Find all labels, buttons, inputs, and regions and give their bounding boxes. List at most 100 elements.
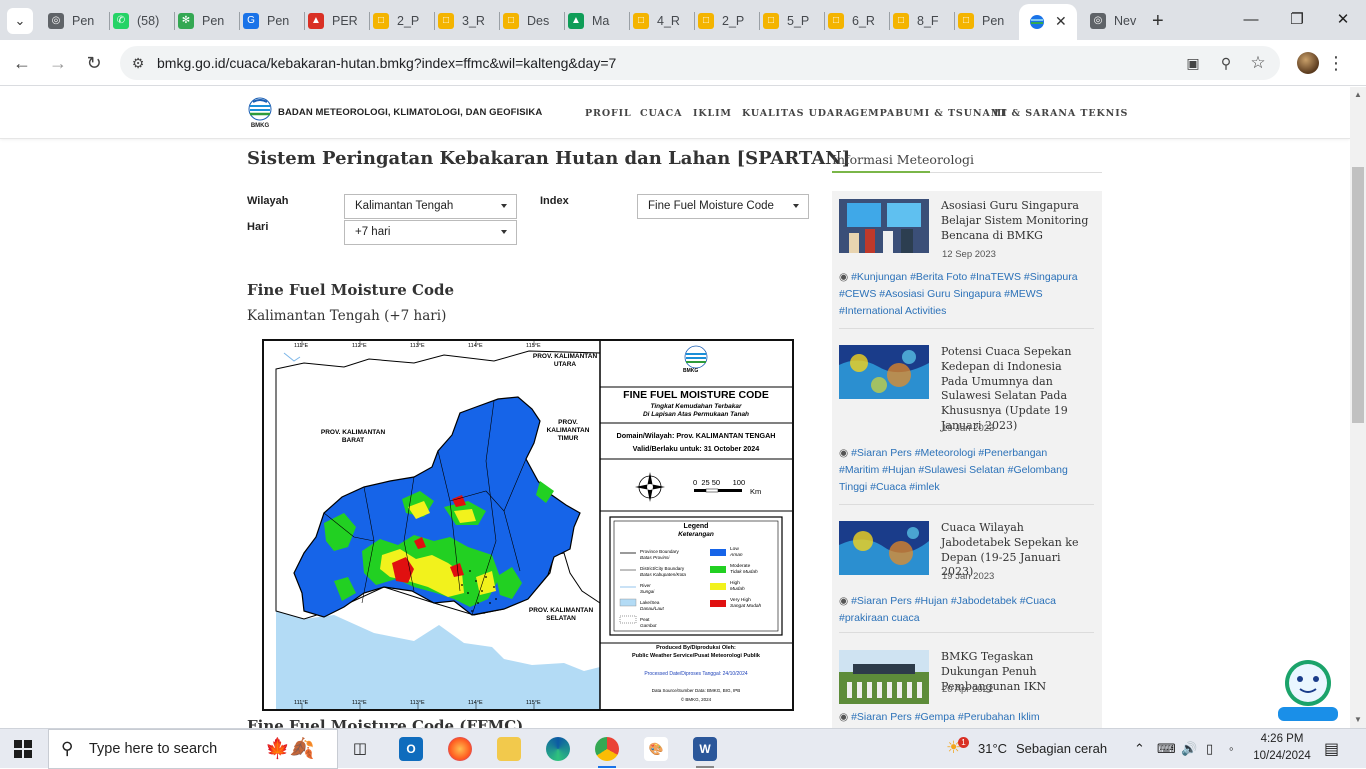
battery-icon[interactable]: ▯	[1206, 741, 1213, 757]
hari-select[interactable]: +7 hari	[344, 220, 517, 245]
wifi-icon[interactable]: ◦	[1229, 741, 1234, 756]
tab-favicon-icon: ◎	[48, 12, 64, 29]
chrome-icon[interactable]	[595, 737, 619, 761]
volume-icon[interactable]: 🔊	[1181, 741, 1197, 757]
paint-icon[interactable]: 🎨	[644, 737, 668, 761]
menu-it-sarana[interactable]: IT & SARANA TEKNIS	[994, 108, 1128, 119]
news-item[interactable]: Potensi Cuaca Sepekan Kedepan di Indones…	[839, 345, 1094, 505]
show-hidden-icons-icon[interactable]: ⌃	[1134, 741, 1145, 757]
news-tags[interactable]: ◉ #Kunjungan #Berita Foto #InaTEWS #Sing…	[839, 269, 1089, 320]
scroll-down-icon[interactable]: ▼	[1350, 712, 1366, 728]
browser-tab[interactable]: □ 3_R	[438, 7, 496, 34]
browser-tab[interactable]: ▲ Ma	[568, 7, 626, 34]
browser-tab[interactable]: ◎ Pen	[48, 7, 106, 34]
news-thumbnail[interactable]	[839, 345, 929, 399]
news-thumbnail[interactable]	[839, 650, 929, 704]
close-window-button[interactable]: ✕	[1320, 0, 1366, 40]
menu-gempabumi[interactable]: GEMPABUMI & TSUNAMI	[851, 108, 1008, 119]
forward-button[interactable]: →	[44, 49, 72, 77]
scroll-up-icon[interactable]: ▲	[1350, 87, 1366, 103]
back-button[interactable]: ←	[8, 49, 36, 77]
close-tab-icon[interactable]: ✕	[1055, 13, 1067, 30]
news-tags-text[interactable]: #Kunjungan #Berita Foto #InaTEWS #Singap…	[839, 271, 1078, 317]
lon-tick-label: 111°E	[294, 343, 309, 349]
profile-avatar[interactable]	[1297, 52, 1319, 74]
live-chat-widget-icon[interactable]	[1276, 659, 1340, 723]
news-title[interactable]: Asosiasi Guru Singapura Belajar Sistem M…	[941, 199, 1091, 243]
browser-tab[interactable]: □ Des	[503, 7, 561, 34]
clock-time[interactable]: 4:26 PM	[1254, 733, 1310, 745]
reload-button[interactable]: ↻	[80, 49, 108, 77]
address-bar[interactable]: ⚙ bmkg.go.id/cuaca/kebakaran-hutan.bmkg?…	[120, 46, 1280, 80]
news-title[interactable]: Potensi Cuaca Sepekan Kedepan di Indones…	[941, 345, 1091, 434]
news-tags-text[interactable]: #Siaran Pers #Meteorologi #Penerbangan #…	[839, 447, 1068, 493]
browser-menu-icon[interactable]: ⋮	[1322, 49, 1350, 77]
zoom-icon[interactable]: ⚲	[1216, 53, 1236, 73]
page-scrollbar[interactable]: ▲ ▼	[1350, 87, 1366, 728]
menu-profil[interactable]: PROFIL	[585, 108, 632, 119]
news-tags[interactable]: ◉ #Siaran Pers #Gempa #Perubahan Iklim	[839, 709, 1089, 726]
windows-start-icon[interactable]	[14, 740, 32, 758]
edge-icon[interactable]	[546, 737, 570, 761]
firefox-icon[interactable]	[448, 737, 472, 761]
compass-rose-icon	[635, 472, 665, 502]
menu-cuaca[interactable]: CUACA	[640, 108, 682, 119]
browser-tab[interactable]: ✆ (58)	[113, 7, 171, 34]
taskbar-search[interactable]: ⚲ Type here to search 🍁🍂	[48, 729, 338, 769]
news-item[interactable]: BMKG Tegaskan Dukungan Penuh Pembangunan…	[839, 650, 1094, 728]
news-tags-text[interactable]: #Siaran Pers #Gempa #Perubahan Iklim	[851, 711, 1040, 723]
scrollbar-thumb[interactable]	[1352, 167, 1364, 423]
tab-label: Nev	[1114, 13, 1137, 28]
news-tags[interactable]: ◉ #Siaran Pers #Hujan #Jabodetabek #Cuac…	[839, 593, 1089, 627]
browser-tab[interactable]: ▲ PER	[308, 7, 366, 34]
news-date: 20 Apr 2022	[942, 684, 994, 695]
new-tab-button[interactable]: +	[1152, 10, 1164, 33]
browser-tab[interactable]: G Pen	[243, 7, 301, 34]
browser-tab[interactable]: □ 5_P	[763, 7, 821, 34]
browser-tab[interactable]: ◎ Nev	[1090, 7, 1148, 34]
browser-tab[interactable]: □ 8_F	[893, 7, 951, 34]
news-item[interactable]: Asosiasi Guru Singapura Belajar Sistem M…	[839, 199, 1094, 329]
tab-active[interactable]: ✕	[1019, 4, 1077, 40]
translate-icon[interactable]: ▣	[1183, 53, 1203, 73]
index-select[interactable]: Fine Fuel Moisture Code	[637, 194, 809, 219]
outlook-icon[interactable]: O	[399, 737, 423, 761]
news-thumbnail[interactable]	[839, 199, 929, 253]
tab-label: Ma	[592, 13, 610, 28]
weather-temp[interactable]: 31°C	[978, 741, 1007, 756]
minimize-button[interactable]: —	[1228, 0, 1274, 40]
bookmark-star-icon[interactable]: ☆	[1248, 53, 1268, 73]
region-subheading: Kalimantan Tengah (+7 hari)	[247, 308, 447, 324]
browser-tab[interactable]: ✻ Pen	[178, 7, 236, 34]
browser-tab[interactable]: □ 4_R	[633, 7, 691, 34]
site-info-icon[interactable]: ⚙	[128, 53, 148, 73]
tab-favicon-icon: □	[763, 12, 779, 29]
browser-tab[interactable]: □ 2_P	[373, 7, 431, 34]
wilayah-select[interactable]: Kalimantan Tengah	[344, 194, 517, 219]
menu-kualitas-udara[interactable]: KUALITAS UDARA	[742, 108, 852, 119]
news-tags[interactable]: ◉ #Siaran Pers #Meteorologi #Penerbangan…	[839, 445, 1089, 496]
keyboard-icon[interactable]: ⌨	[1157, 741, 1176, 757]
task-view-icon[interactable]: ◫	[348, 737, 372, 761]
bmkg-logo[interactable]: BMKG	[248, 97, 272, 129]
news-item[interactable]: Cuaca Wilayah Jabodetabek Sepekan ke Dep…	[839, 521, 1094, 633]
news-tags-text[interactable]: #Siaran Pers #Hujan #Jabodetabek #Cuaca …	[839, 595, 1056, 624]
clock-date[interactable]: 10/24/2024	[1250, 750, 1314, 762]
file-explorer-icon[interactable]	[497, 737, 521, 761]
restore-button[interactable]: ❐	[1274, 0, 1320, 40]
chevron-down-icon	[793, 204, 799, 208]
weather-text[interactable]: Sebagian cerah	[1016, 741, 1107, 756]
tab-search-button[interactable]: ⌄	[7, 8, 33, 34]
ffmc-map[interactable]: 111°E 112°E 113°E 114°E 115°E 111°E 112°…	[262, 339, 794, 711]
menu-iklim[interactable]: IKLIM	[693, 108, 732, 119]
lon-tick-label: 113°E	[410, 700, 425, 706]
news-thumbnail[interactable]	[839, 521, 929, 575]
legend-class-label: Moderate	[730, 564, 751, 569]
word-icon[interactable]: W	[693, 737, 717, 761]
browser-tab[interactable]: □ 6_R	[828, 7, 886, 34]
notification-icon[interactable]: ▤	[1324, 739, 1339, 759]
org-name[interactable]: BADAN METEOROLOGI, KLIMATOLOGI, DAN GEOF…	[278, 107, 542, 118]
browser-tab[interactable]: □ Pen	[958, 7, 1016, 34]
browser-tab[interactable]: □ 2_P	[698, 7, 756, 34]
tab-favicon-icon: ✻	[178, 12, 194, 29]
